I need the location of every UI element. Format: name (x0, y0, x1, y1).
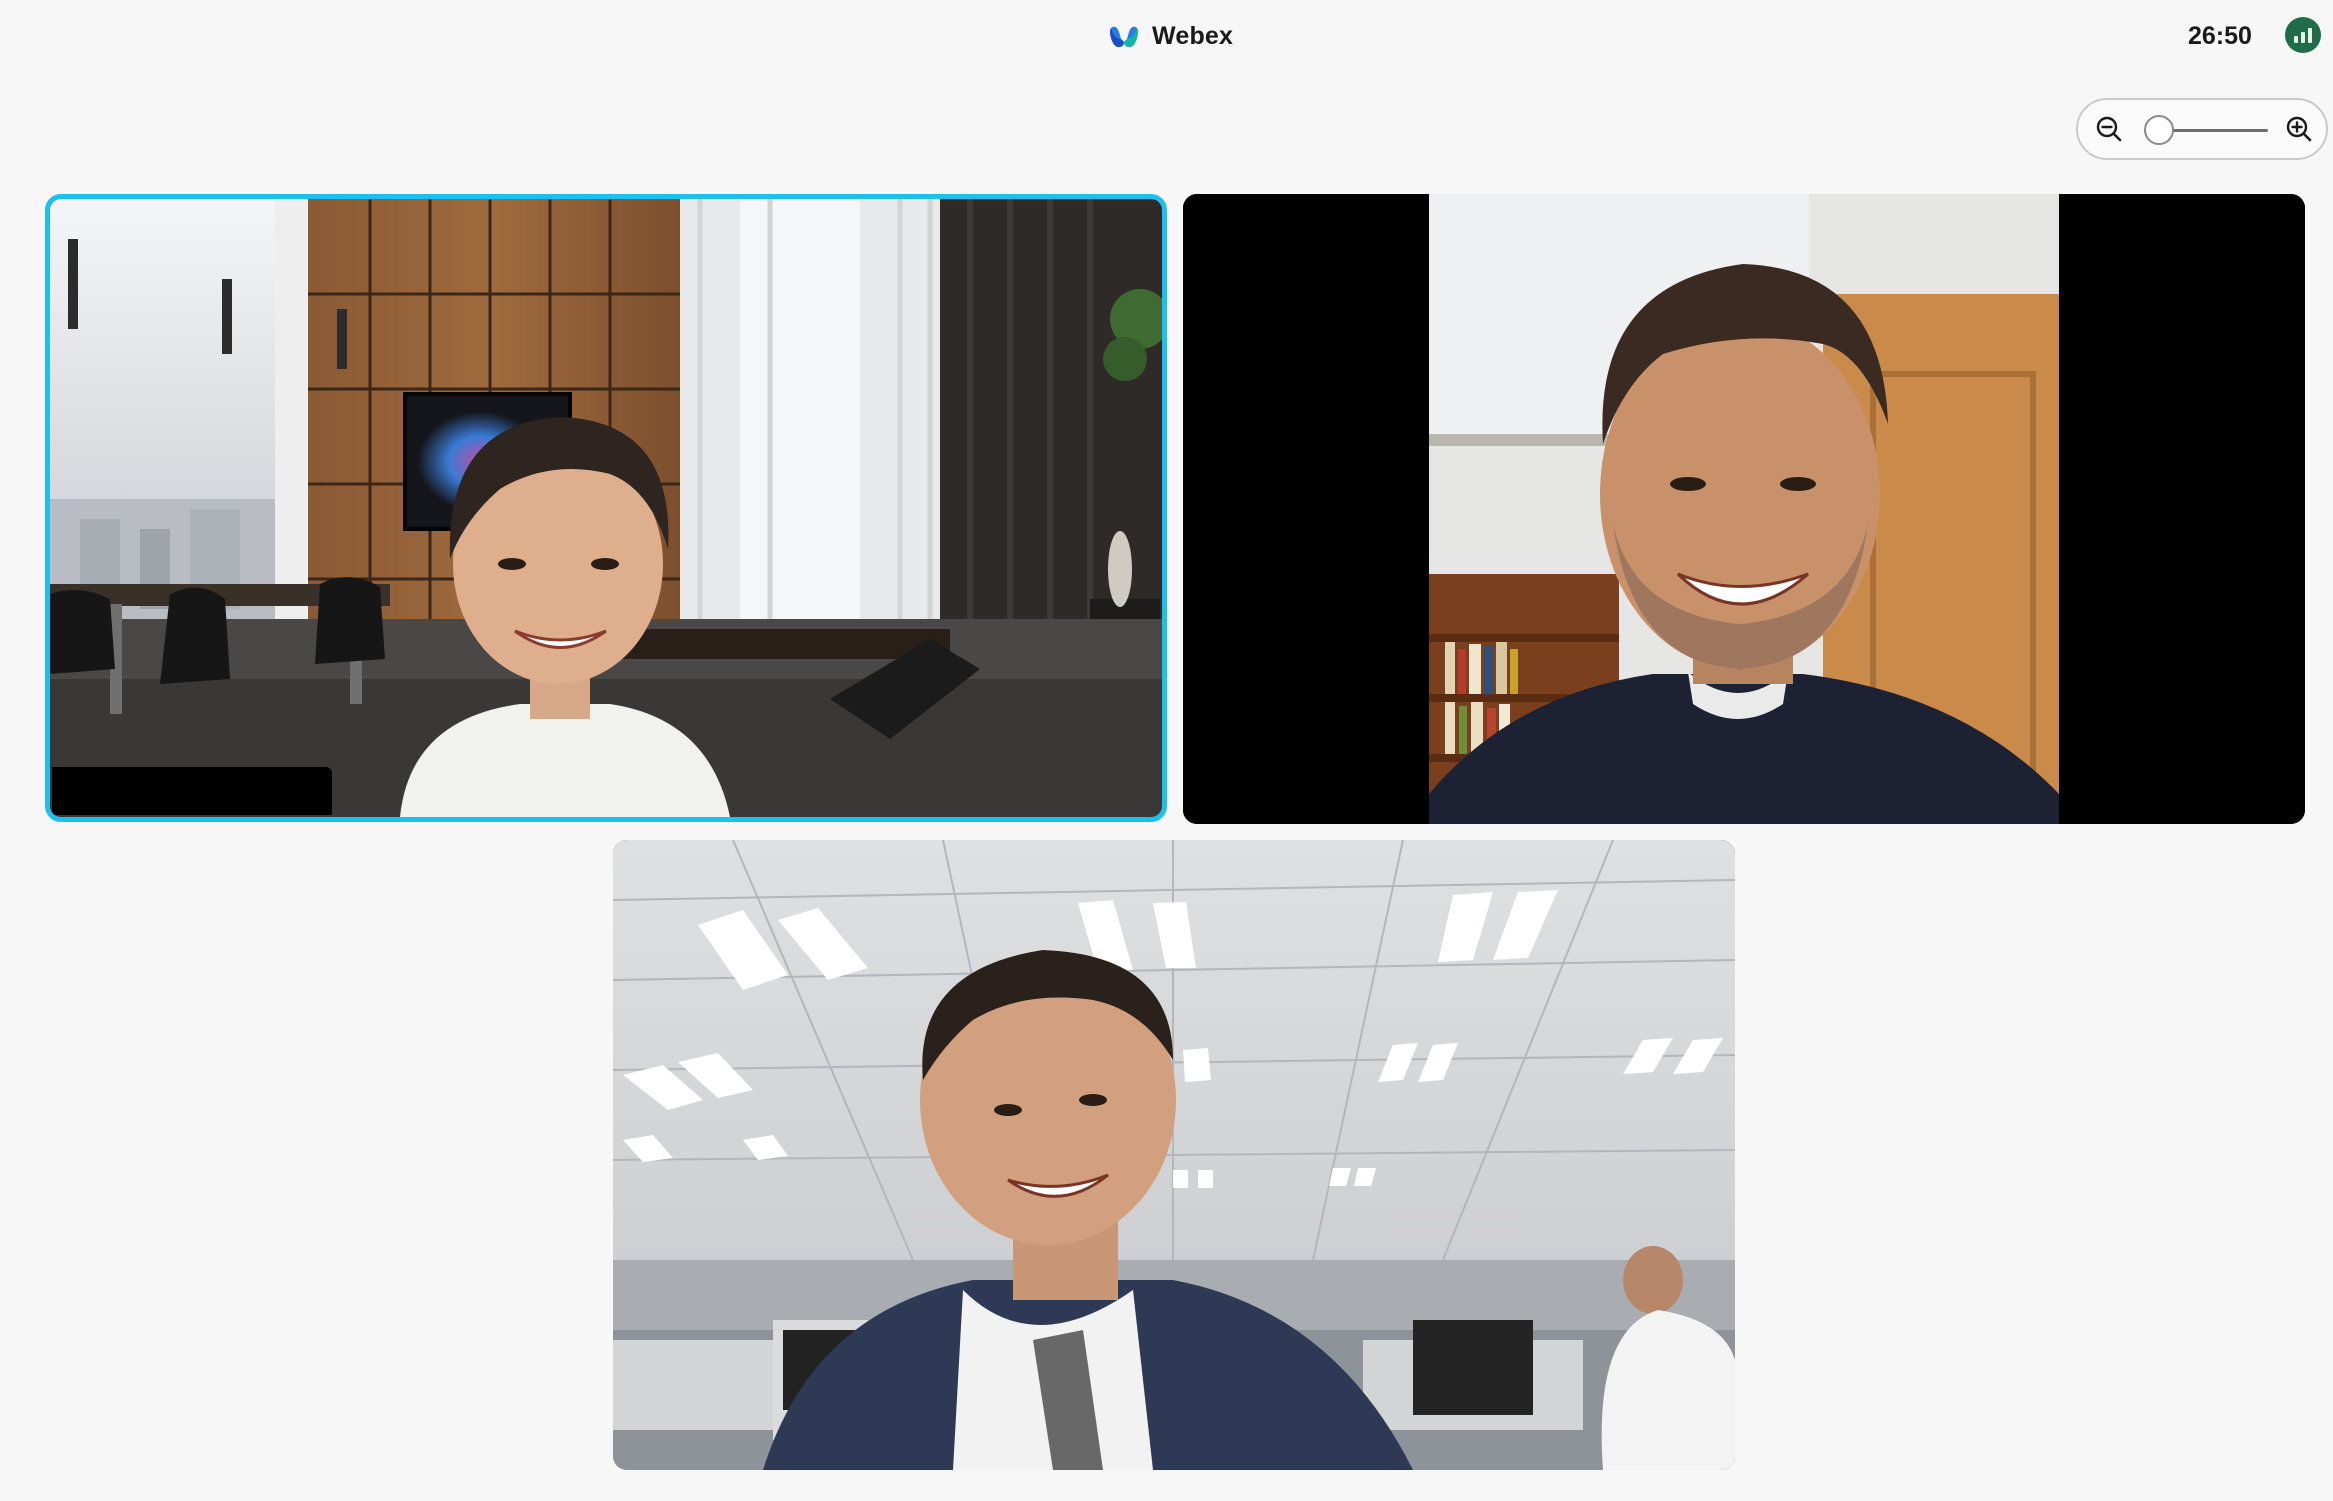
zoom-out-button[interactable] (2094, 114, 2124, 144)
participant-video[interactable] (613, 840, 1735, 1470)
participant-video-active-speaker[interactable] (45, 194, 1167, 822)
webex-logo-icon (1110, 26, 1138, 48)
app-brand: Webex (1108, 18, 1233, 54)
app-title: Webex (1152, 21, 1234, 50)
participant-name-redaction (52, 767, 332, 815)
zoom-in-button[interactable] (2284, 114, 2314, 144)
meeting-window: Webex 26:50 (0, 0, 2333, 1501)
zoom-out-icon (2096, 116, 2122, 142)
zoom-slider-track[interactable] (2144, 115, 2268, 145)
meeting-timer: 26:50 (2188, 22, 2252, 50)
zoom-slider-thumb[interactable] (2144, 115, 2175, 145)
participant-video-feed (50, 199, 1162, 817)
top-bar: Webex 26:50 (0, 0, 2333, 72)
zoom-in-icon (2286, 116, 2312, 142)
signal-bars-icon[interactable] (2285, 17, 2321, 53)
participant-video-feed (613, 840, 1735, 1470)
zoom-control (2076, 98, 2328, 160)
participant-video[interactable] (1183, 194, 2305, 824)
participant-video-feed (1183, 194, 2305, 824)
